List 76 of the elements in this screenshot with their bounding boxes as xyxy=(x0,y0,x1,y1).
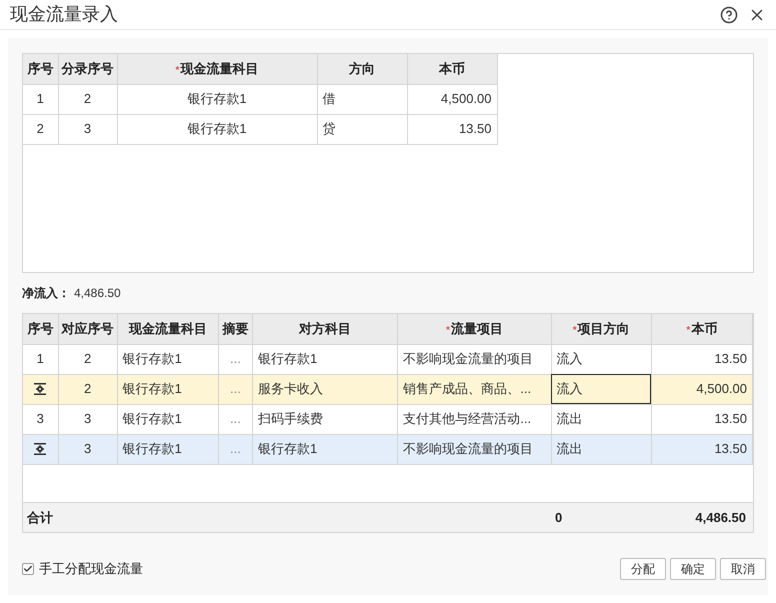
window-title: 现金流量录入 xyxy=(10,3,118,26)
table-row[interactable]: 1 2 银行存款1 ... 银行存款1 不影响现金流量的项目 流入 13.50 xyxy=(23,344,752,374)
table-cell: 不影响现金流量的项目 xyxy=(398,344,552,374)
column-header: 现金流量科目 xyxy=(117,314,218,344)
table-cell: 扫码手续费 xyxy=(252,404,398,434)
table-cell: 4,500.00 xyxy=(651,374,752,404)
table-row[interactable]: 3 3 银行存款1 ... 扫码手续费 支付其他与经营活动... 流出 13.50 xyxy=(23,404,752,434)
table-cell: 银行存款1 xyxy=(117,404,218,434)
table-cell: 不影响现金流量的项目 xyxy=(398,434,552,464)
table-cell: 银行存款1 xyxy=(117,344,218,374)
table-cell: 贷 xyxy=(317,114,407,144)
table-cell: 银行存款1 xyxy=(117,114,317,144)
column-header: 摘要 xyxy=(218,314,252,344)
help-icon[interactable] xyxy=(720,6,738,24)
table-cell: 2 xyxy=(58,84,117,114)
table-cell: 3 xyxy=(58,114,117,144)
table-cell[interactable]: 流出 xyxy=(551,434,652,464)
table-cell: 借 xyxy=(317,84,407,114)
table-cell: 13.50 xyxy=(651,434,752,464)
table-cell: ... xyxy=(218,404,252,434)
table-cell: ... xyxy=(218,344,252,374)
required-mark: * xyxy=(572,325,577,336)
amount-total: 4,486.50 xyxy=(694,508,746,527)
required-mark: * xyxy=(686,325,690,336)
column-header: *现金流量科目 xyxy=(117,54,317,84)
column-header: *流量项目 xyxy=(398,314,552,344)
table-cell: 银行存款1 xyxy=(252,344,398,374)
required-mark: * xyxy=(446,325,450,336)
table-cell: 4,500.00 xyxy=(407,84,497,114)
table-cell[interactable]: 流出 xyxy=(551,404,652,434)
total-label: 合计 xyxy=(26,508,54,527)
column-header: 本币 xyxy=(407,54,497,84)
table-cell: 13.50 xyxy=(651,404,752,434)
table-cell: 3 xyxy=(58,434,118,464)
column-header: 序号 xyxy=(23,314,58,344)
row-number: 3 xyxy=(36,411,44,426)
table-cell: 销售产成品、商品、... xyxy=(398,374,552,404)
table-cell: 支付其他与经营活动... xyxy=(398,404,552,434)
direction-total: 0 xyxy=(554,508,564,527)
column-header: 方向 xyxy=(317,54,407,84)
check-icon xyxy=(23,564,33,574)
required-mark: * xyxy=(176,65,180,76)
gear-icon[interactable] xyxy=(33,442,48,456)
table-cell: 服务卡收入 xyxy=(252,374,398,404)
table-cell: 银行存款1 xyxy=(117,374,218,404)
table-cell[interactable]: 流入 xyxy=(551,374,652,404)
table-cell: 银行存款1 xyxy=(117,434,218,464)
table-cell: 2 xyxy=(23,114,58,144)
table-cell[interactable]: 流入 xyxy=(551,344,652,374)
net-inflow-label: 净流入： xyxy=(22,285,70,302)
column-header: 序号 xyxy=(23,54,58,84)
table-cell: 1 xyxy=(23,84,58,114)
dialog-button[interactable]: 取消 xyxy=(720,558,766,580)
table-cell: 银行存款1 xyxy=(252,434,398,464)
table-cell: 2 xyxy=(58,374,118,404)
table-row[interactable]: 2 银行存款1 ... 服务卡收入 销售产成品、商品、... 流入 4,500.00 xyxy=(23,374,752,404)
net-inflow-value: 4,486.50 xyxy=(74,285,121,302)
dialog-button[interactable]: 分配 xyxy=(620,558,666,580)
column-header: *本币 xyxy=(651,314,752,344)
table-cell: 13.50 xyxy=(407,114,497,144)
checkbox-label: 手工分配现金流量 xyxy=(39,560,143,578)
dialog-button[interactable]: 确定 xyxy=(670,558,716,580)
table-cell: 13.50 xyxy=(651,344,752,374)
table-cell: 3 xyxy=(58,404,118,434)
table-cell: ... xyxy=(218,434,252,464)
column-header: 分录序号 xyxy=(58,54,117,84)
table-cell: 银行存款1 xyxy=(117,84,317,114)
gear-icon[interactable] xyxy=(33,382,48,396)
table-cell: ... xyxy=(218,374,252,404)
checkbox[interactable] xyxy=(22,563,34,575)
table-cell: 2 xyxy=(58,344,118,374)
row-number: 1 xyxy=(36,351,44,366)
column-header: 对方科目 xyxy=(252,314,398,344)
column-header: 对应序号 xyxy=(58,314,118,344)
table-row[interactable]: 3 银行存款1 ... 银行存款1 不影响现金流量的项目 流出 13.50 xyxy=(23,434,752,464)
column-header: *项目方向 xyxy=(551,314,652,344)
